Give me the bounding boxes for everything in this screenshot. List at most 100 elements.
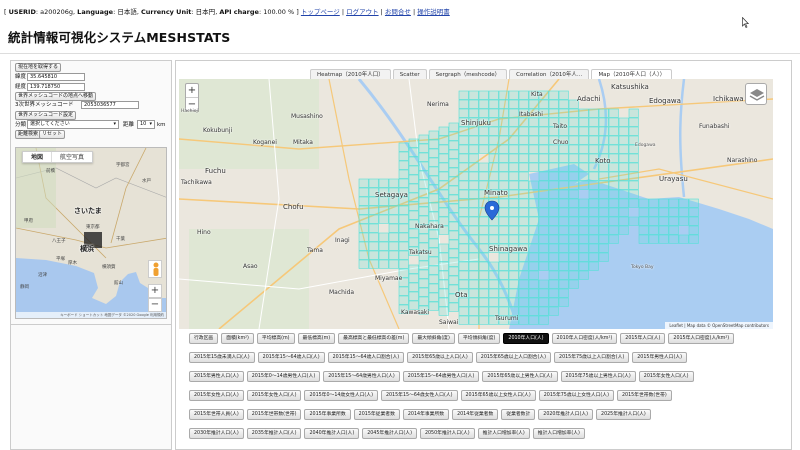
mesh-cell[interactable] [618, 207, 629, 217]
mesh-cell[interactable] [458, 297, 469, 307]
category-select[interactable]: 選択してください ▾ [27, 120, 119, 129]
mesh-cell[interactable] [628, 171, 639, 181]
mesh-cell[interactable] [518, 144, 529, 154]
mesh-cell[interactable] [538, 144, 549, 154]
mesh-cell[interactable] [598, 126, 609, 136]
mesh-cell[interactable] [598, 216, 609, 226]
mesh-cell[interactable] [398, 151, 409, 161]
mesh-cell[interactable] [668, 198, 679, 208]
mesh-cell[interactable] [478, 144, 489, 154]
tab-map[interactable]: 地図 [23, 152, 53, 162]
mesh-cell[interactable] [588, 234, 599, 244]
mesh-cell[interactable] [658, 216, 669, 226]
mesh-cell[interactable] [428, 211, 439, 221]
mesh-cell[interactable] [628, 108, 639, 118]
mesh-cell[interactable] [508, 144, 519, 154]
mesh-cell[interactable] [618, 117, 629, 127]
mesh-cell[interactable] [568, 225, 579, 235]
mesh-cell[interactable] [468, 126, 479, 136]
mesh-cell[interactable] [628, 117, 639, 127]
mesh-cell[interactable] [358, 223, 369, 233]
attribute-button[interactable]: 2015年15〜64歳男性人口(人) [402, 371, 480, 382]
mesh-cell[interactable] [498, 108, 509, 118]
mesh-cell[interactable] [558, 270, 569, 280]
mesh-cell[interactable] [358, 196, 369, 206]
mesh-cell[interactable] [608, 144, 619, 154]
mesh-cell[interactable] [468, 90, 479, 100]
attribute-button[interactable]: 2015年男性人口(人) [189, 371, 244, 382]
mesh-cell[interactable] [588, 198, 599, 208]
mesh-cell[interactable] [578, 243, 589, 253]
mesh-cell[interactable] [518, 306, 529, 316]
mesh-cell[interactable] [428, 229, 439, 239]
mesh-cell[interactable] [568, 126, 579, 136]
mesh-cell[interactable] [648, 216, 659, 226]
mesh-cell[interactable] [558, 234, 569, 244]
mesh-cell[interactable] [458, 180, 469, 190]
reset-button[interactable]: リセット [39, 130, 66, 139]
attribute-button[interactable]: 2015年65歳以上女性人口(人) [460, 390, 536, 401]
mesh-cell[interactable] [528, 243, 539, 253]
mesh-cell[interactable] [568, 270, 579, 280]
mesh-cell[interactable] [538, 243, 549, 253]
mesh-cell[interactable] [558, 288, 569, 298]
mesh-cell[interactable] [548, 180, 559, 190]
mesh-cell[interactable] [548, 270, 559, 280]
mesh-cell[interactable] [608, 108, 619, 118]
mesh-cell[interactable] [498, 270, 509, 280]
mesh-cell[interactable] [548, 234, 559, 244]
mesh-cell[interactable] [458, 270, 469, 280]
mesh-cell[interactable] [528, 180, 539, 190]
mesh-cell[interactable] [668, 234, 679, 244]
mesh-cell[interactable] [568, 279, 579, 289]
mesh-cell[interactable] [508, 189, 519, 199]
mesh-cell[interactable] [578, 216, 589, 226]
mesh-cell[interactable] [468, 297, 479, 307]
mesh-cell[interactable] [518, 153, 529, 163]
mesh-cell[interactable] [398, 232, 409, 242]
mesh-cell[interactable] [478, 90, 489, 100]
mesh-cell[interactable] [448, 212, 459, 222]
mesh-cell[interactable] [608, 126, 619, 136]
mesh-cell[interactable] [508, 279, 519, 289]
attribute-button[interactable]: 2015年女性人口(人) [189, 390, 244, 401]
mesh-cell[interactable] [578, 198, 589, 208]
mesh-cell[interactable] [408, 228, 419, 238]
mesh-cell[interactable] [478, 108, 489, 118]
mesh-cell[interactable] [558, 162, 569, 172]
mesh-cell[interactable] [568, 198, 579, 208]
mesh-cell[interactable] [548, 306, 559, 316]
mesh-cell[interactable] [478, 171, 489, 181]
mesh-cell[interactable] [568, 234, 579, 244]
mesh-cell[interactable] [548, 279, 559, 289]
mesh-cell[interactable] [638, 216, 649, 226]
mesh-cell[interactable] [458, 162, 469, 172]
mesh-cell[interactable] [398, 241, 409, 251]
mesh-cell[interactable] [508, 153, 519, 163]
mesh-cell[interactable] [358, 178, 369, 188]
attribute-button[interactable]: 平均傾斜角(度) [457, 333, 501, 344]
mesh-cell[interactable] [588, 126, 599, 136]
mesh-cell[interactable] [418, 296, 429, 306]
attribute-button[interactable]: 2015年15〜64歳女性人口(人) [380, 390, 458, 401]
mesh-cell[interactable] [538, 225, 549, 235]
mesh-cell[interactable] [468, 243, 479, 253]
mesh-cell[interactable] [538, 207, 549, 217]
mesh-cell[interactable] [448, 176, 459, 186]
mesh-cell[interactable] [528, 297, 539, 307]
mesh-cell[interactable] [588, 261, 599, 271]
mesh-cell[interactable] [578, 153, 589, 163]
attribute-button[interactable]: 2045年推計人口(人) [362, 428, 417, 439]
attribute-button[interactable]: 行政区画 [189, 333, 219, 344]
mesh-cell[interactable] [548, 153, 559, 163]
mesh-cell[interactable] [528, 153, 539, 163]
mesh-cell[interactable] [518, 189, 529, 199]
mesh-cell[interactable] [528, 99, 539, 109]
mesh-cell[interactable] [468, 180, 479, 190]
mesh-cell[interactable] [498, 216, 509, 226]
attribute-button[interactable]: 2014年従業者数 [452, 409, 499, 420]
mesh-cell[interactable] [608, 171, 619, 181]
mesh-cell[interactable] [568, 180, 579, 190]
mesh-cell[interactable] [648, 234, 659, 244]
attribute-button[interactable]: 2015年人口密度(人/km²) [668, 333, 735, 344]
